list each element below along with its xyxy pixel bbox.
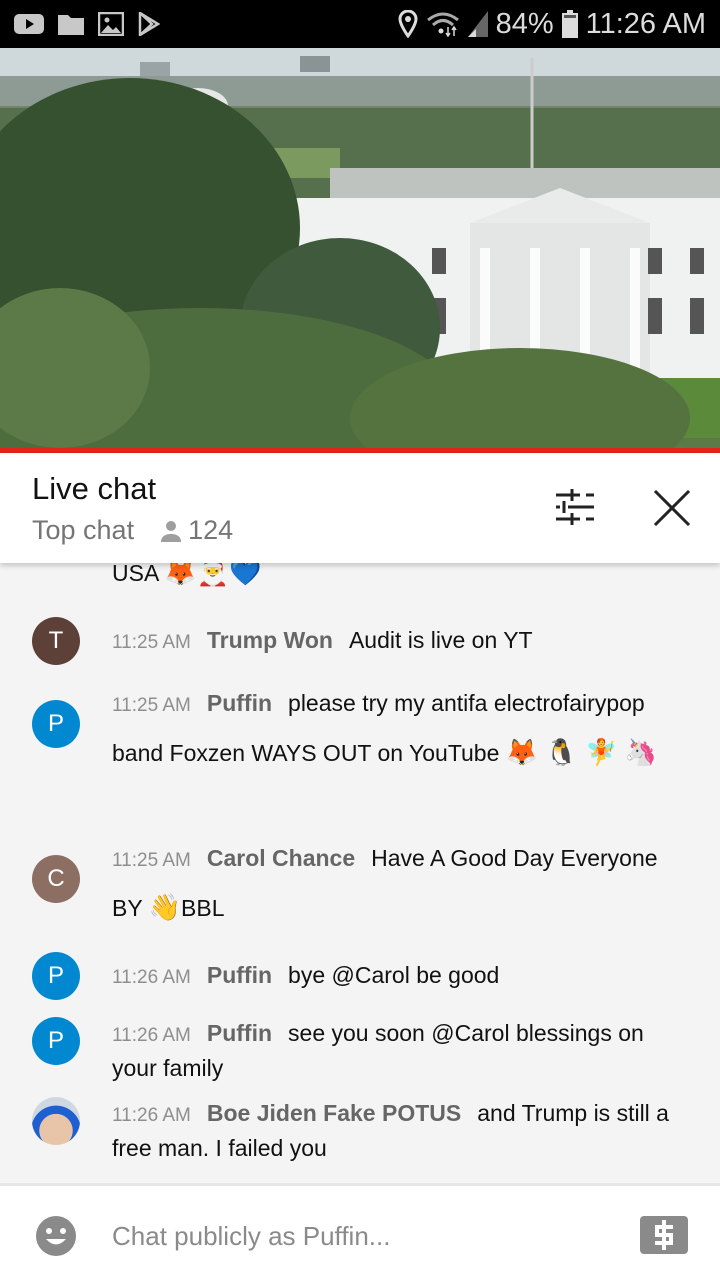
emoji-group: 🦊🎅💙 <box>164 563 262 587</box>
emoji-group: 🦊 🐧 🧚 🦄 <box>505 737 657 767</box>
folder-icon <box>58 15 84 35</box>
status-bar: 84% 11:26 AM <box>0 0 720 48</box>
emoji-picker-icon[interactable] <box>36 1216 76 1256</box>
chat-mode-selector[interactable]: Top chat <box>32 515 134 546</box>
video-player[interactable] <box>0 48 720 450</box>
author-name[interactable]: Trump Won <box>207 627 333 653</box>
author-name[interactable]: Puffin <box>207 690 272 716</box>
author-name[interactable]: Boe Jiden Fake POTUS <box>207 1100 461 1126</box>
avatar[interactable]: C <box>32 855 80 903</box>
avatar[interactable]: P <box>32 1017 80 1065</box>
timestamp: 11:26 AM <box>112 1025 191 1046</box>
message-text: USA <box>112 563 159 586</box>
wifi-icon <box>426 12 459 37</box>
white-house-video-frame <box>0 48 720 450</box>
close-icon[interactable] <box>652 488 692 528</box>
battery-icon <box>561 10 578 38</box>
super-chat-button[interactable] <box>640 1216 688 1254</box>
viewer-count-value: 124 <box>188 515 234 545</box>
dollar-icon <box>655 1220 673 1250</box>
author-name[interactable]: Puffin <box>207 1020 272 1046</box>
avatar[interactable]: P <box>32 700 80 748</box>
youtube-icon <box>14 14 44 34</box>
chat-input-bar <box>0 1183 720 1280</box>
avatar[interactable]: T <box>32 617 80 665</box>
waving-hand-emoji: 👋 <box>148 892 182 922</box>
play-store-icon <box>138 12 160 36</box>
author-name[interactable]: Carol Chance <box>207 845 355 871</box>
author-name[interactable]: Puffin <box>207 962 272 988</box>
message-text: bye @Carol be good <box>288 962 500 988</box>
live-chat-header: Live chat Top chat 124 <box>0 453 720 563</box>
battery-percent: 84% <box>495 7 554 40</box>
live-chat-title: Live chat <box>32 471 157 506</box>
avatar-image[interactable] <box>32 1097 80 1145</box>
message-text: Audit is live on YT <box>348 627 533 653</box>
chat-message-list[interactable]: USA 🦊🎅💙 T 11:25 AM Trump Won Audit is live… <box>0 563 720 1183</box>
message-text-after: BBL <box>181 895 225 921</box>
clock: 11:26 AM <box>585 7 706 40</box>
timestamp: 11:26 AM <box>112 967 191 988</box>
filter-settings-icon[interactable] <box>556 489 596 525</box>
location-icon <box>398 10 418 38</box>
signal-icon <box>467 11 488 37</box>
timestamp: 11:26 AM <box>112 1105 191 1126</box>
timestamp: 11:25 AM <box>112 850 191 871</box>
chat-message-input[interactable] <box>112 1216 592 1256</box>
message-text: see you soon @Carol blessings on your fa… <box>112 1020 644 1081</box>
timestamp: 11:25 AM <box>112 695 191 716</box>
viewer-count: 124 <box>160 515 233 546</box>
avatar[interactable]: P <box>32 952 80 1000</box>
person-icon <box>161 520 182 542</box>
timestamp: 11:25 AM <box>112 632 191 653</box>
gallery-icon <box>98 12 124 36</box>
